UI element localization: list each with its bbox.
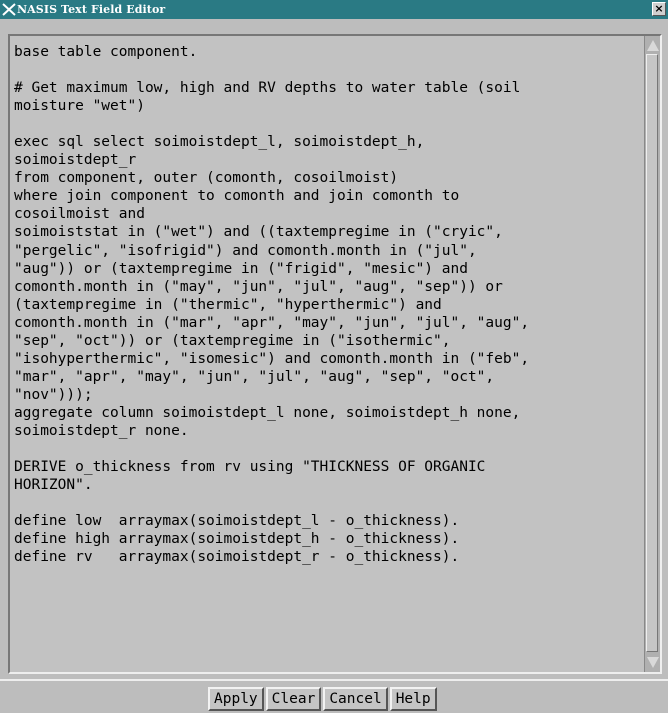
close-button[interactable]: ×: [652, 2, 666, 16]
cancel-button[interactable]: Cancel: [323, 687, 388, 711]
button-bar: Apply Clear Cancel Help: [0, 679, 668, 713]
text-editor-area[interactable]: base table component. # Get maximum low,…: [8, 34, 662, 674]
editor-text-content[interactable]: base table component. # Get maximum low,…: [14, 43, 642, 566]
title-bar[interactable]: NASIS Text Field Editor ×: [0, 0, 668, 19]
nasis-x-icon: [2, 3, 16, 16]
vertical-scrollbar[interactable]: [644, 36, 660, 672]
scroll-up-arrow-icon[interactable]: [647, 40, 659, 51]
apply-button[interactable]: Apply: [208, 687, 264, 711]
help-button[interactable]: Help: [389, 687, 437, 711]
action-buttons: Apply Clear Cancel Help: [208, 687, 439, 711]
clear-button[interactable]: Clear: [265, 687, 322, 711]
window-title: NASIS Text Field Editor: [17, 3, 166, 16]
scrollbar-thumb[interactable]: [646, 54, 658, 652]
close-icon: ×: [654, 2, 664, 15]
text-field-editor-window: NASIS Text Field Editor × base table com…: [0, 0, 668, 713]
scroll-down-arrow-icon[interactable]: [647, 657, 659, 668]
